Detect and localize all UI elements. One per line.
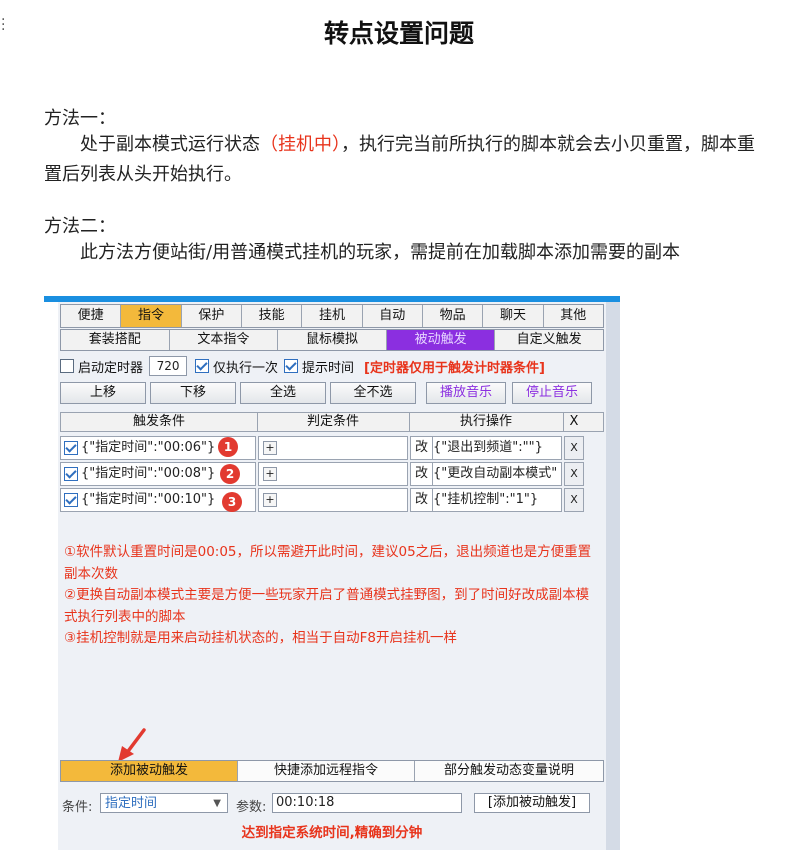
once-checkbox[interactable] xyxy=(195,359,210,373)
condition-select-value: 指定时间 xyxy=(105,796,158,811)
bottom-note: 达到指定系统时间,精确到分钟 xyxy=(241,825,423,841)
header-judge: 判定条件 xyxy=(257,413,410,431)
add-passive-trigger-button[interactable]: [添加被动触发] xyxy=(474,793,590,813)
note-3: ③挂机控制就是用来启动挂机状态的，相当于自动F8开启挂机一样 xyxy=(64,630,457,646)
primary-tab-bar: 便捷 指令 保护 技能 挂机 自动 物品 聊天 其他 xyxy=(60,304,604,328)
condition-row: 条件: 指定时间 ▼ 参数: 00:10:18 [添加被动触发] xyxy=(60,793,604,817)
action-cell: 改 {"退出到频道":""} xyxy=(410,436,562,460)
timer-value-input[interactable]: 720 xyxy=(149,356,188,376)
action-text: {"挂机控制":"1"} xyxy=(433,492,539,507)
param-label: 参数: xyxy=(236,800,267,815)
tab-baohu[interactable]: 保护 xyxy=(182,305,242,327)
tab-zhiling[interactable]: 指令 xyxy=(121,305,182,327)
tab-qita[interactable]: 其他 xyxy=(544,305,603,327)
tab-zidong[interactable]: 自动 xyxy=(363,305,423,327)
move-up-button[interactable]: 上移 xyxy=(60,382,146,404)
add-judge-button[interactable]: + xyxy=(263,466,277,481)
tab-trigger-variables-help[interactable]: 部分触发动态变量说明 xyxy=(415,761,603,781)
table-header: 触发条件 判定条件 执行操作 X xyxy=(60,412,604,432)
explanation-notes: ①软件默认重置时间是00:05，所以需避开此时间，建议05之后，退出频道也是方便… xyxy=(64,542,594,650)
show-time-checkbox[interactable] xyxy=(284,359,299,373)
action-cell: 改 {"更改自动副本模式" xyxy=(410,462,562,486)
tab-custom-trigger[interactable]: 自定义触发 xyxy=(495,330,603,350)
delete-button[interactable]: X xyxy=(564,462,584,486)
step-badge: 3 xyxy=(222,492,242,512)
timer-label: 启动定时器 xyxy=(78,360,144,376)
action-text: {"退出到频道":""} xyxy=(433,440,543,455)
app-left-strip xyxy=(44,302,58,850)
add-judge-button[interactable]: + xyxy=(263,440,277,455)
tab-quick-remote-command[interactable]: 快捷添加远程指令 xyxy=(238,761,415,781)
move-down-button[interactable]: 下移 xyxy=(150,382,236,404)
trigger-text: {"指定时间":"00:06"} xyxy=(81,440,216,455)
delete-button[interactable]: X xyxy=(564,488,584,512)
table-row: {"指定时间":"00:10"} 3 + 改 {"挂机控制":"1"} X xyxy=(60,488,604,512)
table-row: {"指定时间":"00:08"} 2 + 改 {"更改自动副本模式" X xyxy=(60,462,604,486)
note-2: ②更换自动副本模式主要是方便一些玩家开启了普通模式挂野图，到了时间好改成副本模式… xyxy=(64,587,590,625)
page-title: 转点设置问题 xyxy=(323,19,474,48)
action-text: {"更改自动副本模式" xyxy=(433,466,558,481)
tab-guaji[interactable]: 挂机 xyxy=(302,305,363,327)
play-music-button[interactable]: 播放音乐 xyxy=(426,382,506,404)
header-trigger: 触发条件 xyxy=(61,413,258,431)
app-screenshot: 便捷 指令 保护 技能 挂机 自动 物品 聊天 其他 套装搭配 文本指令 鼠标模… xyxy=(44,296,620,850)
judge-cell: + xyxy=(258,488,408,512)
delete-button[interactable]: X xyxy=(564,436,584,460)
edit-button[interactable]: 改 xyxy=(411,437,434,459)
tab-jineng[interactable]: 技能 xyxy=(242,305,303,327)
method1-highlight: （挂机中） xyxy=(260,134,341,155)
add-judge-button[interactable]: + xyxy=(263,492,277,507)
tab-outfit[interactable]: 套装搭配 xyxy=(61,330,170,350)
timer-note: [定时器仅用于触发计时器条件] xyxy=(364,360,545,376)
row-checkbox[interactable] xyxy=(64,440,78,455)
action-button-row: 上移 下移 全选 全不选 播放音乐 停止音乐 xyxy=(60,382,604,406)
app-panel: 便捷 指令 保护 技能 挂机 自动 物品 聊天 其他 套装搭配 文本指令 鼠标模… xyxy=(58,302,606,850)
table-row: {"指定时间":"00:06"} 1 + 改 {"退出到频道":""} X xyxy=(60,436,604,460)
method2-paragraph: 此方法方便站街/用普通模式挂机的玩家，需提前在加载脚本添加需要的副本 xyxy=(80,242,681,263)
note-1: ①软件默认重置时间是00:05，所以需避开此时间，建议05之后，退出频道也是方便… xyxy=(64,544,592,582)
trigger-text: {"指定时间":"00:08"} xyxy=(81,466,216,481)
step-badge: 2 xyxy=(220,464,240,484)
tab-mouse-sim[interactable]: 鼠标模拟 xyxy=(278,330,387,350)
bottom-tab-bar: 添加被动触发 快捷添加远程指令 部分触发动态变量说明 xyxy=(60,760,604,782)
method1-paragraph: 处于副本模式运行状态（挂机中），执行完当前所执行的脚本就会去小贝重置，脚本重置后… xyxy=(44,130,766,190)
tab-wupin[interactable]: 物品 xyxy=(423,305,484,327)
method1-text-before: 处于副本模式运行状态 xyxy=(80,134,260,155)
step-badge: 1 xyxy=(218,437,238,457)
select-none-button[interactable]: 全不选 xyxy=(330,382,416,404)
tab-text-command[interactable]: 文本指令 xyxy=(170,330,279,350)
judge-cell: + xyxy=(258,436,408,460)
row-checkbox[interactable] xyxy=(64,466,78,481)
edit-button[interactable]: 改 xyxy=(411,463,434,485)
tab-bianjie[interactable]: 便捷 xyxy=(61,305,122,327)
options-row: 启动定时器 720 仅执行一次 提示时间 [定时器仅用于触发计时器条件] xyxy=(60,354,604,378)
secondary-tab-bar: 套装搭配 文本指令 鼠标模拟 被动触发 自定义触发 xyxy=(60,329,604,351)
action-cell: 改 {"挂机控制":"1"} xyxy=(410,488,562,512)
show-time-label: 提示时间 xyxy=(302,360,355,376)
condition-select[interactable]: 指定时间 ▼ xyxy=(100,793,228,813)
tab-liaotian[interactable]: 聊天 xyxy=(483,305,544,327)
row-checkbox[interactable] xyxy=(64,492,78,507)
chevron-down-icon: ▼ xyxy=(213,798,221,809)
header-action: 执行操作 xyxy=(409,413,564,431)
tab-passive-trigger[interactable]: 被动触发 xyxy=(386,330,496,350)
stop-music-button[interactable]: 停止音乐 xyxy=(512,382,592,404)
param-input[interactable]: 00:10:18 xyxy=(272,793,462,813)
trigger-text: {"指定时间":"00:10"} xyxy=(81,492,216,507)
judge-cell: + xyxy=(258,462,408,486)
condition-label: 条件: xyxy=(62,800,93,815)
select-all-button[interactable]: 全选 xyxy=(240,382,326,404)
tab-add-passive-trigger[interactable]: 添加被动触发 xyxy=(61,761,238,781)
header-x: X xyxy=(569,414,579,429)
edit-button[interactable]: 改 xyxy=(411,489,434,511)
timer-checkbox[interactable] xyxy=(60,359,74,373)
once-label: 仅执行一次 xyxy=(213,360,279,376)
